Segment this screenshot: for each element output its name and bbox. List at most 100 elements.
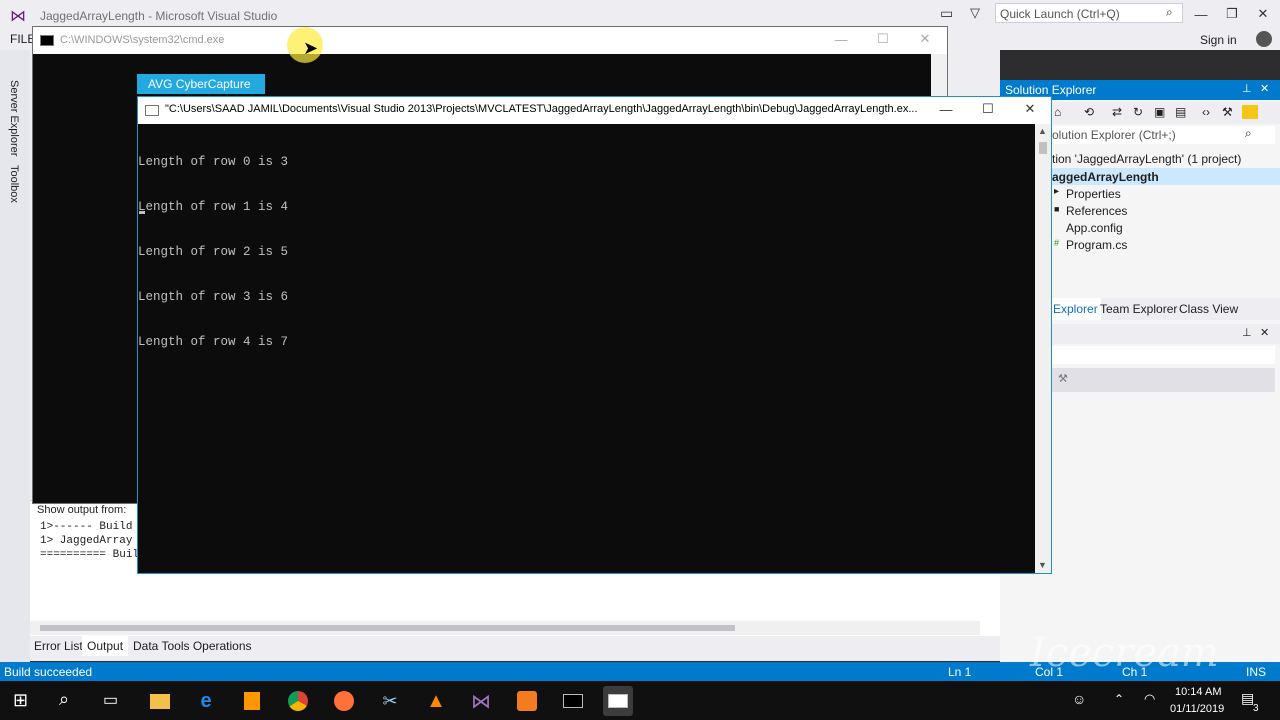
server-explorer-tab[interactable]: Server Explorer — [8, 80, 20, 156]
sign-in-link[interactable]: Sign in — [1200, 33, 1237, 47]
console-cursor — [139, 211, 145, 214]
tree-item-properties[interactable]: Properties — [1066, 187, 1121, 201]
wrench-icon: ▸ — [1054, 186, 1060, 197]
people-icon[interactable]: ☺ — [1072, 691, 1086, 707]
vs-logo-icon: ⋈ — [10, 8, 26, 25]
cmd-close-button[interactable]: ✕ — [907, 27, 943, 51]
csharp-icon: # — [1054, 238, 1060, 248]
status-line: Ln 1 — [948, 665, 972, 679]
tree-item-program-cs[interactable]: Program.cs — [1066, 238, 1127, 252]
solution-search-placeholder: olution Explorer (Ctrl+;) — [1052, 128, 1176, 142]
cmd-icon — [40, 35, 54, 46]
code-icon[interactable]: ‹› — [1202, 105, 1210, 119]
chevron-up-icon[interactable]: ⌃ — [1114, 692, 1124, 706]
sublime-icon[interactable] — [237, 686, 267, 716]
cmd-title: C:\WINDOWS\system32\cmd.exe — [60, 34, 225, 46]
search-icon[interactable]: ⌕ — [59, 689, 69, 710]
tab-data-tools-operations[interactable]: Data Tools Operations — [133, 639, 252, 653]
console-window: "C:\Users\SAAD JAMIL\Documents\Visual St… — [137, 96, 1052, 574]
cmd-maximize-button[interactable]: ☐ — [865, 27, 901, 51]
quick-launch-input[interactable]: Quick Launch (Ctrl+Q) ⌕ — [995, 3, 1183, 23]
project-label: aggedArrayLength — [1052, 170, 1159, 184]
windows-start-icon[interactable]: ⊞ — [13, 690, 28, 711]
scrollbar-thumb[interactable] — [40, 625, 735, 631]
console-app-icon — [145, 105, 159, 116]
console-close-button[interactable]: ✕ — [1012, 97, 1048, 121]
close-icon[interactable]: ✕ — [1260, 82, 1269, 95]
firefox-icon[interactable] — [329, 686, 359, 716]
sync-icon[interactable]: ⇄ — [1112, 105, 1122, 119]
vs-close-button[interactable]: ✕ — [1245, 2, 1280, 26]
console-title: "C:\Users\SAAD JAMIL\Documents\Visual St… — [165, 103, 918, 115]
clock-date[interactable]: 01/11/2019 — [1170, 703, 1224, 715]
show-output-from-label: Show output from: — [37, 504, 127, 516]
console-line: Length of row 0 is 3 — [138, 155, 289, 169]
output-line: 1> JaggedArray — [40, 535, 133, 547]
cmd-minimize-button[interactable]: — — [823, 27, 859, 51]
pin-icon[interactable]: ⊥ — [1242, 82, 1252, 95]
toolbox-tab[interactable]: Toolbox — [8, 165, 20, 203]
tab-solution-explorer[interactable]: Explorer — [1050, 298, 1101, 320]
properties-icon[interactable]: ⚒ — [1222, 105, 1233, 119]
console-minimize-button[interactable]: — — [928, 97, 964, 121]
preview-icon[interactable] — [1242, 105, 1258, 119]
history-icon[interactable]: ⟲ — [1084, 105, 1094, 119]
console-taskbar-icon[interactable] — [603, 686, 633, 716]
cmd-taskbar-icon[interactable] — [558, 686, 588, 716]
collapse-icon[interactable]: ▣ — [1154, 105, 1165, 119]
console-line: Length of row 3 is 6 — [138, 290, 289, 304]
output-horizontal-scrollbar[interactable] — [30, 621, 980, 635]
output-line: ========== Buil — [40, 549, 140, 561]
scroll-down-icon[interactable]: ▼ — [1038, 560, 1047, 570]
references-icon: ■ — [1054, 204, 1060, 214]
solution-search-input[interactable]: olution Explorer (Ctrl+;) ⌕ — [1050, 126, 1275, 144]
console-title-bar[interactable]: "C:\Users\SAAD JAMIL\Documents\Visual St… — [138, 97, 1051, 124]
show-all-icon[interactable]: ▤ — [1175, 105, 1186, 119]
notification-count: 3 — [1253, 703, 1259, 714]
screen-recorder-icon[interactable] — [512, 686, 542, 716]
filter-icon[interactable]: ▽ — [970, 5, 980, 21]
quick-launch-placeholder: Quick Launch (Ctrl+Q) — [1000, 7, 1120, 21]
tab-team-explorer[interactable]: Team Explorer — [1100, 302, 1177, 316]
bottom-tab-strip: Error List Output Data Tools Operations — [30, 636, 1000, 661]
tab-output[interactable]: Output — [82, 636, 129, 656]
chrome-icon[interactable] — [283, 686, 313, 716]
console-line: Length of row 4 is 7 — [138, 335, 289, 349]
vlc-icon[interactable]: ▲ — [421, 686, 451, 716]
solution-explorer-title: Solution Explorer — [1005, 83, 1097, 97]
file-explorer-icon[interactable] — [145, 686, 175, 716]
console-line: Length of row 2 is 5 — [138, 245, 289, 259]
properties-toolbar: ⚒ — [1050, 368, 1275, 392]
scroll-up-icon[interactable]: ▲ — [1038, 126, 1047, 136]
avg-cybercapture-banner[interactable]: AVG CyberCapture — [137, 74, 265, 94]
visual-studio-icon[interactable]: ⋈ — [466, 686, 496, 716]
refresh-icon[interactable]: ↻ — [1133, 105, 1143, 119]
status-text: Build succeeded — [4, 665, 93, 679]
tab-class-view[interactable]: Class View — [1179, 302, 1238, 316]
tab-error-list[interactable]: Error List — [34, 639, 83, 653]
search-icon: ⌕ — [1245, 126, 1252, 140]
console-scrollbar[interactable]: ▲ ▼ — [1035, 124, 1051, 573]
feedback-icon[interactable]: ▭ — [940, 5, 953, 22]
console-maximize-button[interactable]: ☐ — [970, 97, 1006, 121]
properties-object-select[interactable] — [1050, 346, 1275, 364]
snipping-tool-icon[interactable]: ✂ — [375, 686, 405, 716]
pin-icon[interactable]: ⊥ — [1242, 326, 1252, 339]
close-icon[interactable]: ✕ — [1260, 326, 1269, 339]
cmd-title-bar[interactable]: C:\WINDOWS\system32\cmd.exe — ☐ ✕ — [33, 27, 947, 54]
tree-item-references[interactable]: References — [1066, 204, 1127, 218]
property-pages-icon[interactable]: ⚒ — [1058, 372, 1068, 385]
home-icon[interactable]: ⌂ — [1054, 105, 1061, 119]
clock-time[interactable]: 10:14 AM — [1175, 686, 1221, 698]
console-output: Length of row 0 is 3 Length of row 1 is … — [138, 125, 288, 380]
tree-item-app-config[interactable]: App.config — [1066, 221, 1123, 235]
mouse-pointer-icon: ➤ — [303, 38, 319, 58]
wifi-icon[interactable]: ◠ — [1144, 691, 1155, 707]
solution-node[interactable]: tion 'JaggedArrayLength' (1 project) — [1052, 152, 1241, 166]
vs-window-title: JaggedArrayLength - Microsoft Visual Stu… — [40, 9, 278, 23]
vs-left-tool-strip: Server Explorer Toolbox — [0, 50, 30, 662]
account-icon[interactable] — [1256, 31, 1272, 47]
scrollbar-thumb[interactable] — [1039, 142, 1047, 154]
edge-icon[interactable]: e — [191, 686, 221, 716]
task-view-icon[interactable]: ▭ — [103, 690, 118, 710]
